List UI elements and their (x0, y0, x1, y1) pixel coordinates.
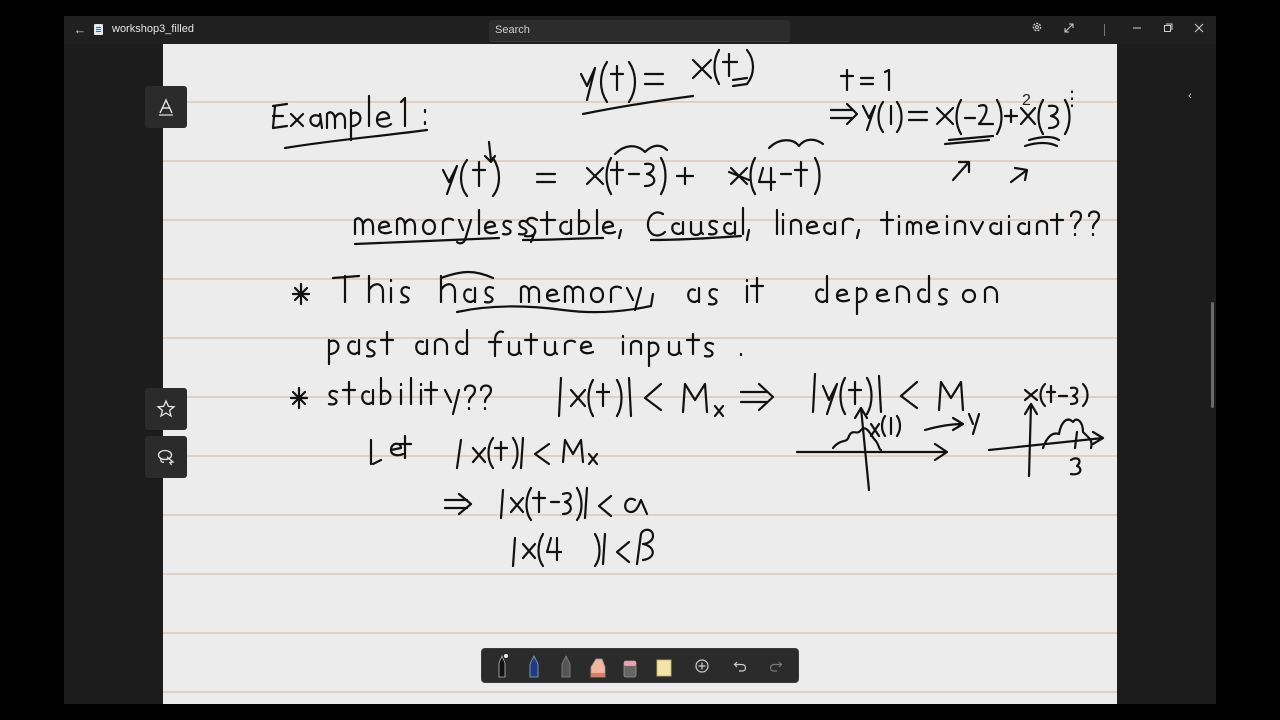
title-bar: ← workshop3_filled Search (64, 16, 1216, 44)
search-placeholder: Search (495, 24, 530, 36)
text-tool-icon (159, 98, 173, 116)
redo-icon[interactable] (762, 651, 790, 681)
more-vertical-icon[interactable]: ⋮ (1062, 86, 1082, 112)
pen-toolbar (481, 648, 799, 683)
handwritten-ink (271, 48, 1105, 568)
chevron-left-icon[interactable]: ‹ (1182, 88, 1198, 104)
close-icon[interactable] (1190, 20, 1208, 40)
blue-pen-icon[interactable] (520, 651, 548, 681)
lasso-select-icon (157, 449, 175, 466)
ruler-icon[interactable] (650, 651, 678, 681)
ballpoint-pen-icon[interactable] (488, 651, 516, 681)
page-number: 2 (1022, 92, 1031, 109)
add-icon[interactable] (688, 651, 716, 681)
minimize-icon[interactable] (1128, 20, 1146, 40)
gear-icon[interactable] (1028, 20, 1046, 40)
back-arrow-icon[interactable]: ← (72, 22, 88, 38)
document-icon (94, 24, 103, 35)
search-input[interactable]: Search (489, 20, 790, 42)
document-canvas[interactable]: 2 ⋮ ‹ (64, 44, 1216, 704)
highlighter-icon[interactable] (584, 651, 612, 681)
document-title: workshop3_filled (112, 23, 194, 35)
maximize-icon[interactable] (1159, 20, 1177, 40)
star-icon (156, 399, 176, 418)
undo-icon[interactable] (726, 651, 754, 681)
eraser-icon[interactable] (616, 651, 644, 681)
expand-icon[interactable] (1060, 20, 1078, 40)
pencil-icon[interactable] (552, 651, 580, 681)
lasso-select-button[interactable] (145, 436, 187, 478)
favorite-button[interactable] (145, 388, 187, 430)
vertical-scrollbar[interactable] (1211, 302, 1214, 408)
app-window: ← workshop3_filled Search 2 ⋮ ‹ (64, 16, 1216, 704)
title-bar-divider (1104, 24, 1105, 36)
text-tool-button[interactable] (145, 86, 187, 128)
